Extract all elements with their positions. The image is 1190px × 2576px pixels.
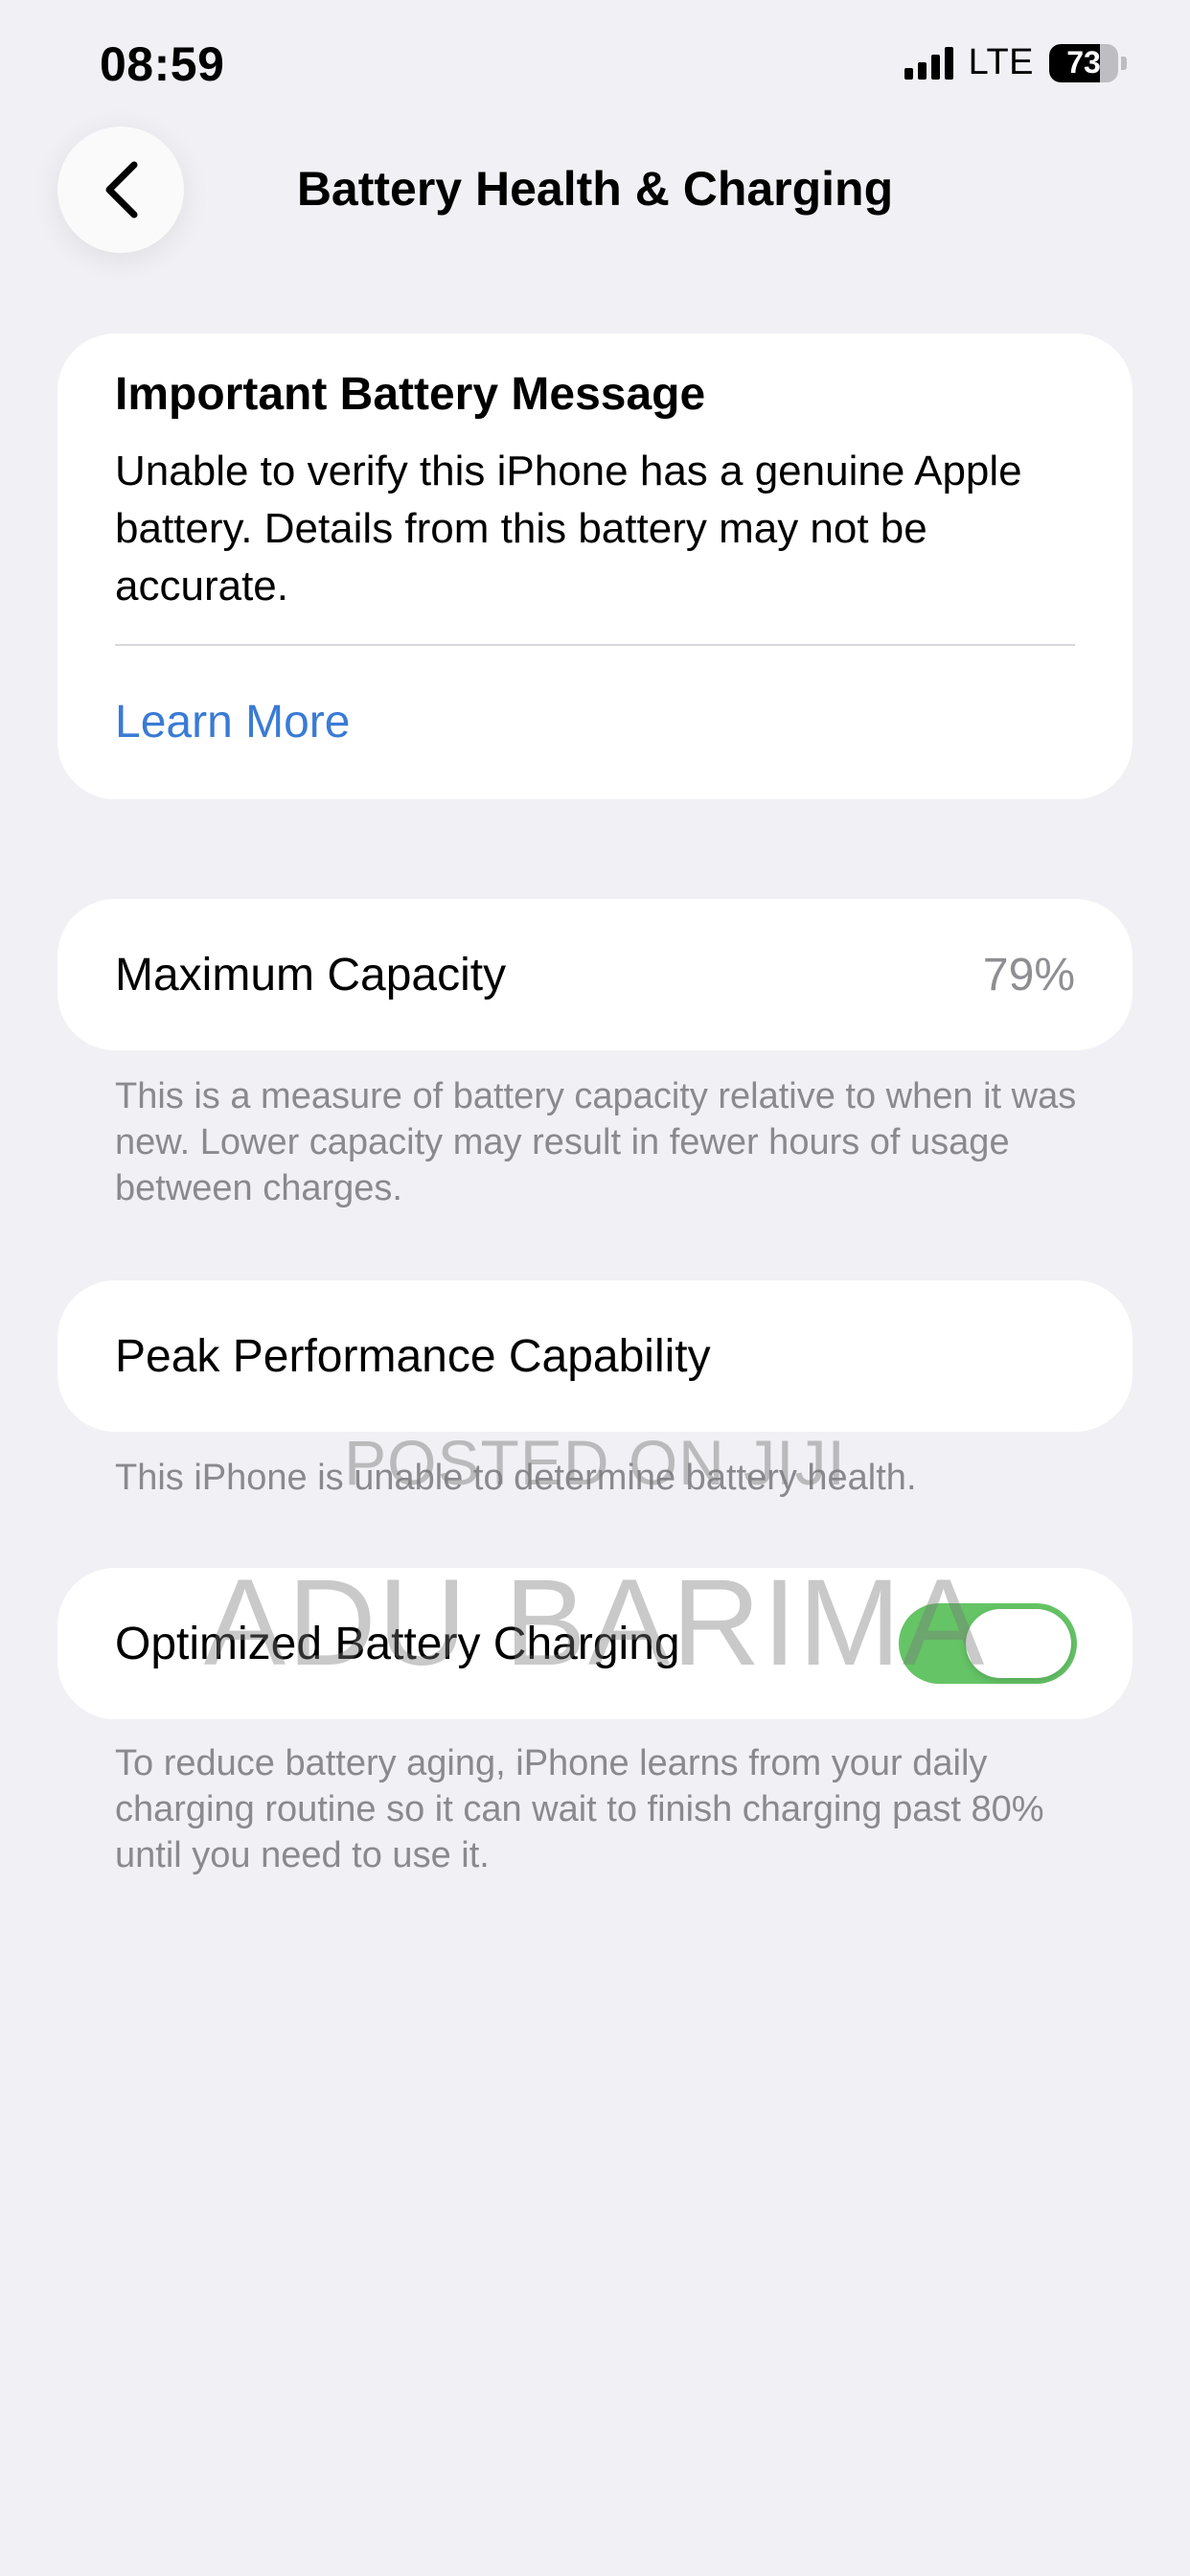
cellular-signal-icon — [904, 46, 953, 80]
battery-icon: 73 — [1049, 43, 1127, 82]
maximum-capacity-label: Maximum Capacity — [115, 949, 507, 1000]
status-indicators: LTE 73 — [904, 42, 1127, 83]
optimized-charging-row: Optimized Battery Charging — [57, 1568, 1133, 1719]
status-time: 08:59 — [100, 37, 225, 91]
message-body: Unable to verify this iPhone has a genui… — [115, 448, 1022, 610]
learn-more-link[interactable]: Learn More — [115, 696, 350, 748]
optimized-charging-label: Optimized Battery Charging — [115, 1618, 680, 1669]
peak-performance-row: Peak Performance Capability — [57, 1280, 1133, 1432]
optimized-charging-toggle[interactable] — [899, 1603, 1077, 1684]
peak-performance-footnote: This iPhone is unable to determine batte… — [115, 1458, 917, 1498]
optimized-charging-footnote: To reduce battery aging, iPhone learns f… — [115, 1743, 1044, 1875]
maximum-capacity-footnote: This is a measure of battery capacity re… — [115, 1076, 1077, 1208]
maximum-capacity-value: 79% — [982, 949, 1075, 1000]
status-bar: 08:59 LTE 73 — [0, 0, 1190, 125]
network-type: LTE — [968, 42, 1034, 82]
message-title: Important Battery Message — [115, 369, 706, 420]
page-title: Battery Health & Charging — [296, 162, 894, 216]
important-message-card: Important Battery Message Unable to veri… — [57, 334, 1133, 799]
peak-performance-label: Peak Performance Capability — [115, 1330, 711, 1382]
battery-level: 73 — [1066, 45, 1101, 80]
maximum-capacity-row: Maximum Capacity 79% — [57, 899, 1133, 1050]
toggle-knob — [966, 1609, 1071, 1678]
divider — [115, 644, 1075, 646]
